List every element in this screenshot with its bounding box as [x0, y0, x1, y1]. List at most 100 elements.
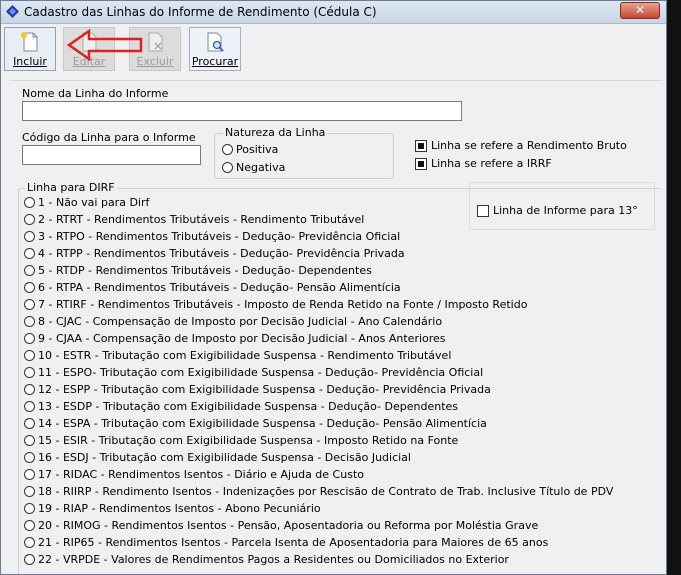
- dirf-option-label: 20 - RIMOG - Rendimentos Isentos - Pensã…: [38, 519, 539, 532]
- dirf-option-radio[interactable]: [24, 537, 35, 548]
- procurar-label: Procurar: [191, 55, 239, 68]
- dirf-option-label: 3 - RTPO - Rendimentos Tributáveis - Ded…: [38, 230, 401, 243]
- checkbox-rendimento-bruto[interactable]: Linha se refere a Rendimento Bruto: [415, 139, 627, 152]
- dirf-option-19[interactable]: 19 - RIAP - Rendimentos Isentos - Abono …: [24, 502, 321, 515]
- dirf-option-radio[interactable]: [24, 316, 35, 327]
- dirf-option-5[interactable]: 5 - RTDP - Rendimentos Tributáveis - Ded…: [24, 264, 372, 277]
- dirf-option-label: 8 - CJAC - Compensação de Imposto por De…: [38, 315, 443, 328]
- app-diamond-icon: [6, 5, 19, 18]
- search-document-icon: [207, 32, 224, 52]
- natureza-group: Natureza da Linha Positiva Negativa: [214, 126, 394, 179]
- delete-document-icon: [148, 32, 163, 52]
- nome-input[interactable]: [22, 101, 462, 121]
- dirf-option-radio[interactable]: [24, 282, 35, 293]
- dirf-option-label: 12 - ESPP - Tributação com Exigibilidade…: [38, 383, 491, 396]
- dirf-option-label: 16 - ESDJ - Tributação com Exigibilidade…: [38, 451, 411, 464]
- dirf-option-radio[interactable]: [24, 299, 35, 310]
- dirf-option-radio[interactable]: [24, 554, 35, 565]
- dirf-option-label: 14 - ESPA - Tributação com Exigibilidade…: [38, 417, 487, 430]
- dirf-option-11[interactable]: 11 - ESPO- Tributação com Exigibilidade …: [24, 366, 483, 379]
- dirf-option-radio[interactable]: [24, 452, 35, 463]
- codigo-input[interactable]: [22, 145, 201, 165]
- dirf-option-17[interactable]: 17 - RIDAC - Rendimentos Isentos - Diári…: [24, 468, 364, 481]
- radio-negativa-circle[interactable]: [222, 162, 233, 173]
- close-button[interactable]: ✕: [620, 2, 660, 19]
- dirf-option-8[interactable]: 8 - CJAC - Compensação de Imposto por De…: [24, 315, 442, 328]
- dirf-option-3[interactable]: 3 - RTPO - Rendimentos Tributáveis - Ded…: [24, 230, 400, 243]
- checkbox-irrf-label: Linha se refere a IRRF: [431, 157, 552, 170]
- dirf-option-label: 7 - RTIRF - Rendimentos Tributáveis - Im…: [38, 298, 528, 311]
- annotation-arrow-icon: [67, 29, 143, 61]
- dirf-option-radio[interactable]: [24, 197, 35, 208]
- dirf-group: Linha para DIRF 1 - Não vai para Dirf 2 -…: [18, 181, 662, 574]
- dirf-option-9[interactable]: 9 - CJAA - Compensação de Imposto por De…: [24, 332, 446, 345]
- dirf-option-label: 5 - RTDP - Rendimentos Tributáveis - Ded…: [38, 264, 372, 277]
- dirf-option-10[interactable]: 10 - ESTR - Tributação com Exigibilidade…: [24, 349, 451, 362]
- incluir-label: Incluir: [13, 55, 47, 68]
- radio-positiva-label: Positiva: [236, 143, 279, 156]
- dirf-option-14[interactable]: 14 - ESPA - Tributação com Exigibilidade…: [24, 417, 487, 430]
- dirf-option-radio[interactable]: [24, 384, 35, 395]
- dirf-option-radio[interactable]: [24, 214, 35, 225]
- dirf-legend: Linha para DIRF: [25, 181, 117, 194]
- dirf-option-label: 10 - ESTR - Tributação com Exigibilidade…: [38, 349, 452, 362]
- dirf-option-radio[interactable]: [24, 435, 35, 446]
- dirf-option-1[interactable]: 1 - Não vai para Dirf: [24, 196, 149, 209]
- dirf-option-radio[interactable]: [24, 469, 35, 480]
- new-document-icon: [21, 32, 38, 52]
- dirf-option-21[interactable]: 21 - RIP65 - Rendimentos Isentos - Parce…: [24, 536, 548, 549]
- dirf-option-radio[interactable]: [24, 486, 35, 497]
- dirf-option-radio[interactable]: [24, 503, 35, 514]
- procurar-button[interactable]: Procurar: [189, 27, 241, 71]
- dirf-option-label: 6 - RTPA - Rendimentos Tributáveis - Ded…: [38, 281, 401, 294]
- dirf-option-6[interactable]: 6 - RTPA - Rendimentos Tributáveis - Ded…: [24, 281, 401, 294]
- dirf-option-4[interactable]: 4 - RTPP - Rendimentos Tributáveis - Ded…: [24, 247, 405, 260]
- dirf-option-label: 18 - RIIRP - Rendimento Isentos - Indeni…: [38, 485, 614, 498]
- natureza-legend: Natureza da Linha: [223, 126, 328, 139]
- codigo-label: Código da Linha para o Informe: [22, 131, 196, 144]
- radio-negativa[interactable]: Negativa: [222, 161, 285, 174]
- title-bar[interactable]: Cadastro das Linhas do Informe de Rendim…: [1, 1, 666, 24]
- dirf-option-18[interactable]: 18 - RIIRP - Rendimento Isentos - Indeni…: [24, 485, 613, 498]
- dirf-option-radio[interactable]: [24, 418, 35, 429]
- checkbox-rendimento-bruto-label: Linha se refere a Rendimento Bruto: [431, 139, 627, 152]
- dirf-option-12[interactable]: 12 - ESPP - Tributação com Exigibilidade…: [24, 383, 491, 396]
- dirf-option-label: 2 - RTRT - Rendimentos Tributáveis - Ren…: [38, 213, 365, 226]
- dirf-option-radio[interactable]: [24, 231, 35, 242]
- dirf-option-20[interactable]: 20 - RIMOG - Rendimentos Isentos - Pensã…: [24, 519, 538, 532]
- dialog-window: Cadastro das Linhas do Informe de Rendim…: [0, 0, 667, 575]
- dirf-option-label: 13 - ESDP - Tributação com Exigibilidade…: [38, 400, 459, 413]
- checkbox-irrf[interactable]: Linha se refere a IRRF: [415, 157, 552, 170]
- dirf-option-label: 19 - RIAP - Rendimentos Isentos - Abono …: [38, 502, 321, 515]
- dirf-option-label: 22 - VRPDE - Valores de Rendimentos Pago…: [38, 553, 509, 566]
- dirf-option-radio[interactable]: [24, 333, 35, 344]
- dirf-option-label: 21 - RIP65 - Rendimentos Isentos - Parce…: [38, 536, 549, 549]
- dirf-option-radio[interactable]: [24, 367, 35, 378]
- radio-negativa-label: Negativa: [236, 161, 286, 174]
- incluir-button[interactable]: Incluir: [4, 27, 56, 71]
- dirf-option-radio[interactable]: [24, 350, 35, 361]
- dirf-option-radio[interactable]: [24, 401, 35, 412]
- dirf-option-7[interactable]: 7 - RTIRF - Rendimentos Tributáveis - Im…: [24, 298, 527, 311]
- dirf-option-label: 1 - Não vai para Dirf: [38, 196, 150, 209]
- dirf-option-label: 9 - CJAA - Compensação de Imposto por De…: [38, 332, 446, 345]
- dirf-option-15[interactable]: 15 - ESIR - Tributação com Exigibilidade…: [24, 434, 458, 447]
- dirf-option-label: 11 - ESPO- Tributação com Exigibilidade …: [38, 366, 484, 379]
- nome-label: Nome da Linha do Informe: [22, 87, 169, 100]
- dirf-option-2[interactable]: 2 - RTRT - Rendimentos Tributáveis - Ren…: [24, 213, 364, 226]
- dirf-option-13[interactable]: 13 - ESDP - Tributação com Exigibilidade…: [24, 400, 458, 413]
- dirf-option-radio[interactable]: [24, 248, 35, 259]
- form-panel: Nome da Linha do Informe Código da Linha…: [10, 80, 662, 574]
- dirf-option-radio[interactable]: [24, 520, 35, 531]
- dirf-option-label: 17 - RIDAC - Rendimentos Isentos - Diári…: [38, 468, 364, 481]
- window-title: Cadastro das Linhas do Informe de Rendim…: [24, 5, 377, 19]
- dirf-option-22[interactable]: 22 - VRPDE - Valores de Rendimentos Pago…: [24, 553, 509, 566]
- checkbox-rendimento-bruto-box[interactable]: [415, 139, 427, 152]
- dirf-option-16[interactable]: 16 - ESDJ - Tributação com Exigibilidade…: [24, 451, 411, 464]
- radio-positiva[interactable]: Positiva: [222, 143, 278, 156]
- dirf-option-radio[interactable]: [24, 265, 35, 276]
- dirf-option-label: 15 - ESIR - Tributação com Exigibilidade…: [38, 434, 459, 447]
- dirf-option-label: 4 - RTPP - Rendimentos Tributáveis - Ded…: [38, 247, 405, 260]
- radio-positiva-circle[interactable]: [222, 144, 233, 155]
- checkbox-irrf-box[interactable]: [415, 157, 427, 170]
